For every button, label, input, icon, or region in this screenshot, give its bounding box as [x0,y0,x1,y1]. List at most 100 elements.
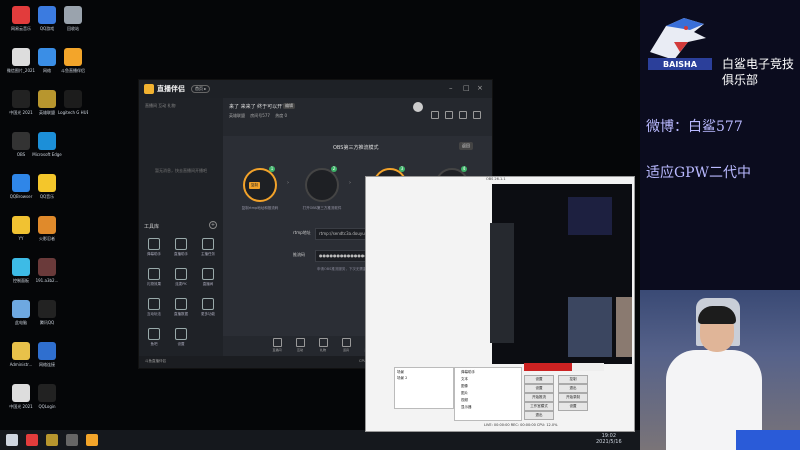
start-icon[interactable] [6,434,18,446]
source-item[interactable]: 文本 [461,377,468,382]
obs-control-button[interactable]: 开始录制 [558,393,588,402]
obs-control-button[interactable]: 控制 [558,375,588,384]
league-icon[interactable] [46,434,58,446]
trash-icon[interactable] [431,111,439,119]
avatar[interactable] [413,102,423,112]
tool-icon [148,268,160,280]
desktop-icon-label: 191.a3b2... [35,278,59,283]
desktop-icon[interactable]: Logitech G HUB [58,90,88,115]
tool-label: 设置 [177,342,185,346]
desktop-icon[interactable]: QQ音乐 [32,174,62,199]
desktop-icon[interactable]: 网络连接 [32,342,62,367]
tool-item[interactable]: 直播间 [195,268,221,287]
douyu-icon[interactable] [86,434,98,446]
bell-icon[interactable] [459,111,467,119]
sidebar-empty-message: 暂无消息，快去直播间开播吧 [155,168,207,173]
tool-icon [202,238,214,250]
app-icon [12,48,30,66]
lock-icon[interactable] [445,111,453,119]
app-title: 直播伴侣 [157,85,185,93]
tool-icon [202,298,214,310]
tool-item[interactable]: 互动玩法 [141,298,167,317]
webcam-feed [640,290,800,450]
maximize-icon[interactable]: □ [463,84,470,92]
tool-icon [175,268,187,280]
room-number: 房间号577 [250,113,270,118]
bottom-tool[interactable]: 互动 [292,338,308,352]
obs-control-button[interactable]: 退出 [524,411,554,420]
source-item[interactable]: 图像 [461,384,468,389]
tool-icon [175,328,187,340]
netease-music-icon[interactable] [26,434,38,446]
room-meta: 英雄联盟 房间号577 热度 0 [229,113,291,119]
desktop-icon[interactable]: QQLogin [32,384,62,409]
app-icon [38,258,56,276]
source-item[interactable]: 视频 [461,398,468,403]
obs-control-button[interactable]: 设置 [524,384,554,393]
sidebar-tabs[interactable]: 直播间 互动 礼物 [145,103,176,109]
sources-list[interactable]: 弹幕助手文本图像图片视频显示器 [454,367,522,421]
source-item[interactable]: 显示器 [461,405,472,410]
tool-item[interactable]: 主播任务 [195,238,221,257]
desktop-icon[interactable]: 191.a3b2... [32,258,62,283]
desktop-icon[interactable]: 腾讯QQ [32,300,62,325]
taskbar: 19:02 2021/5/16 [0,430,640,450]
bottom-tool[interactable]: 直播间 [269,338,285,352]
tool-item[interactable]: 直播助手 [168,238,194,257]
desktop-icon[interactable]: 回收站 [58,6,88,31]
app-icon [38,342,56,360]
scene-item[interactable]: 场景 [397,370,404,375]
bottom-tool-label: 礼物 [319,348,326,352]
obs-control-button[interactable]: 工作室模式 [524,402,554,411]
source-item[interactable]: 弹幕助手 [461,370,475,375]
team-name: 白鲨电子竞技俱乐部 [722,57,795,87]
tool-item[interactable]: 连麦PK [168,268,194,287]
source-item[interactable]: 图片 [461,391,468,396]
title-bar[interactable]: 直播伴侣 首页 ▸ – □ × [139,80,492,98]
desktop-icon-label: 腾讯QQ [39,320,55,325]
streamer-hair [698,306,736,324]
bottom-tool[interactable]: 道具 [338,338,354,352]
desktop-icon[interactable]: 斗鱼直播伴侣 [58,48,88,73]
tools-add-icon[interactable]: + [209,221,217,229]
tray-clock[interactable]: 19:02 2021/5/16 [596,433,622,445]
tool-item[interactable]: 更多功能 [195,298,221,317]
stream-overlay: BAISHA 白鲨电子竞技俱乐部 微博：白鲨577 适应GPW二代中 [640,0,800,290]
desktop-icon[interactable]: 火影忍者 [32,216,62,241]
desktop-icon[interactable]: Microsoft Edge [32,132,62,157]
scenes-list[interactable]: 场景 场景 2 [394,367,454,409]
tool-label: 更多功能 [201,312,215,316]
tool-label: 礼物效果 [147,282,161,286]
obs-control-button[interactable]: 设置 [524,375,554,384]
tool-item[interactable]: 设置 [168,328,194,347]
step-arrow-icon: › [287,180,289,186]
tool-label: 主播任务 [201,252,215,256]
app-icon [38,132,56,150]
scene-item[interactable]: 场景 2 [397,376,407,381]
back-button[interactable]: 返回 [459,142,473,150]
tool-item[interactable]: 弹幕助手 [141,238,167,257]
home-badge[interactable]: 首页 ▸ [191,85,211,93]
edit-room-tag[interactable]: 编辑 [283,103,295,109]
close-icon[interactable]: × [477,84,483,92]
step-button[interactable]: 复制 [249,182,260,189]
sidebar: 直播间 互动 礼物 暂无消息，快去直播间开播吧 工具库 + 弹幕助手 直播助手 主播… [139,98,223,356]
room-heat: 热度 0 [275,113,288,118]
logo-text: BAISHA [663,60,698,69]
tool-item[interactable]: 鱼吧 [141,328,167,347]
screen: 网易云音乐 QQ游戏 回收站 微信图片_2021 网络 斗鱼直播伴侣 中国光 2021 英雄联… [0,0,800,450]
desktop-icon-label: QQ音乐 [39,194,55,199]
tool-item[interactable]: 直播数据 [168,298,194,317]
share-icon[interactable] [473,111,481,119]
app-icon [12,300,30,318]
tray-date: 2021/5/16 [596,439,622,445]
obs-control-button[interactable]: 设置 [558,402,588,411]
obs-icon[interactable] [66,434,78,446]
bottom-tool[interactable]: 礼物 [315,338,331,352]
obs-control-button[interactable]: 开始推流 [524,393,554,402]
desktop-icon-label: 斗鱼直播伴侣 [61,68,85,73]
tool-item[interactable]: 礼物效果 [141,268,167,287]
minimize-icon[interactable]: – [449,84,453,92]
stream-key-label: 推流码 [293,252,305,257]
obs-control-button[interactable]: 退出 [558,384,588,393]
